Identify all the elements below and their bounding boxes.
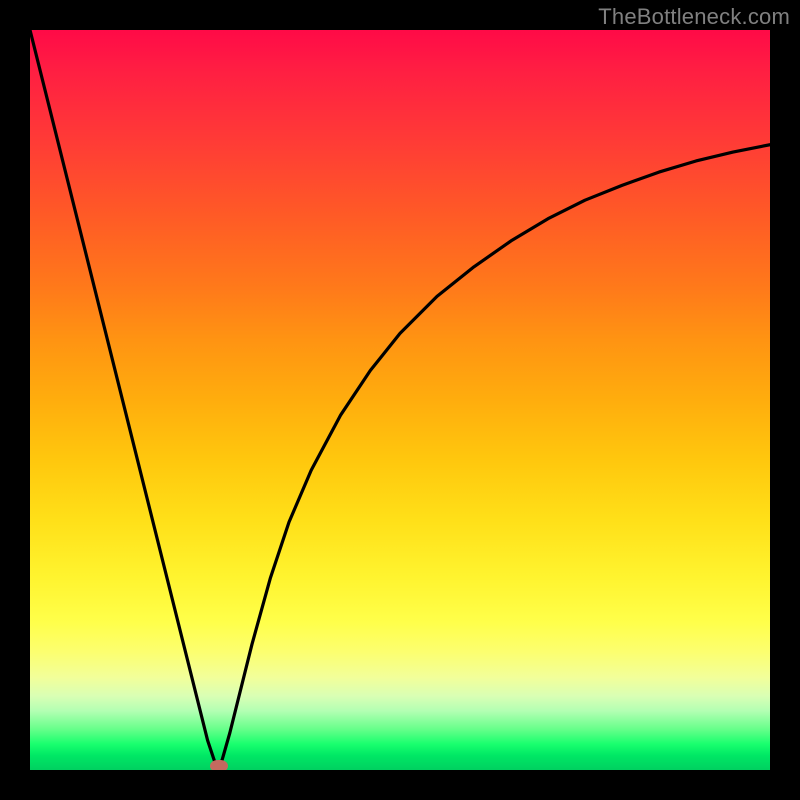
chart-frame: TheBottleneck.com — [0, 0, 800, 800]
watermark-text: TheBottleneck.com — [598, 4, 790, 30]
curve-svg — [30, 30, 770, 770]
plot-area — [30, 30, 770, 770]
curve-left-branch — [30, 30, 219, 769]
curve-right-branch — [219, 145, 770, 769]
minimum-marker — [210, 760, 228, 770]
